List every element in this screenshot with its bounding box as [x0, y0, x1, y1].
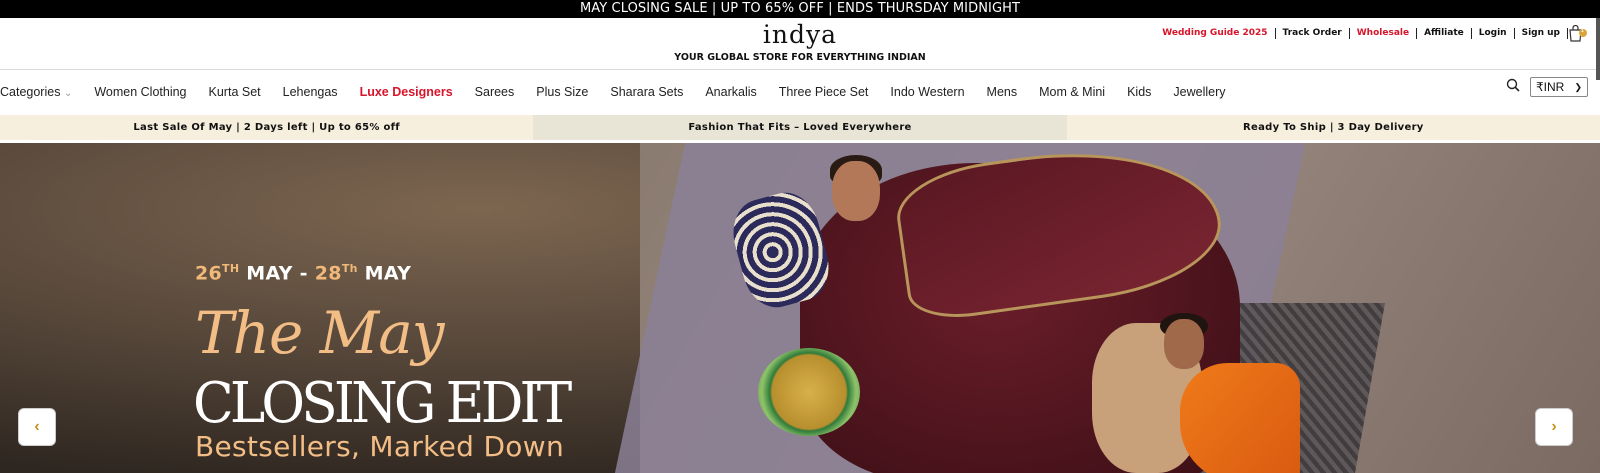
- currency-value: ₹INR: [1536, 80, 1564, 94]
- shopping-bag-icon[interactable]: 1: [1568, 24, 1587, 43]
- promo-item[interactable]: Last Sale Of May | 2 Days left | Up to 6…: [0, 115, 534, 140]
- date-start-month: MAY: [246, 262, 293, 285]
- currency-code: INR: [1543, 80, 1565, 94]
- promo-item[interactable]: Fashion That Fits – Loved Everywhere: [533, 115, 1067, 140]
- nav-indo-western[interactable]: Indo Western: [879, 85, 975, 99]
- nav-categories[interactable]: Categories ⌄: [0, 85, 83, 99]
- date-start-suffix: TH: [222, 262, 240, 275]
- nav-plus-size[interactable]: Plus Size: [525, 85, 599, 99]
- wedding-guide-link[interactable]: Wedding Guide 2025: [1155, 28, 1276, 39]
- nav-jewellery[interactable]: Jewellery: [1162, 85, 1236, 99]
- nav-kurta-set[interactable]: Kurta Set: [198, 85, 272, 99]
- hero-image-tray: [758, 348, 860, 436]
- signup-link[interactable]: Sign up: [1515, 28, 1568, 39]
- affiliate-link[interactable]: Affiliate: [1417, 28, 1472, 39]
- date-end-day: 28: [314, 262, 342, 285]
- cart-count-badge: 1: [1580, 27, 1585, 34]
- promo-bar: Last Sale Of May | 2 Days left | Up to 6…: [0, 115, 1600, 140]
- hero-image-model-2-head: [1164, 319, 1204, 369]
- nav-mens[interactable]: Mens: [976, 85, 1029, 99]
- nav-lehengas[interactable]: Lehengas: [272, 85, 349, 99]
- main-nav: Categories ⌄ Women Clothing Kurta Set Le…: [0, 71, 1600, 112]
- chevron-right-icon: ›: [1551, 418, 1557, 435]
- chevron-left-icon: ‹: [34, 418, 40, 435]
- nav-kids[interactable]: Kids: [1116, 85, 1162, 99]
- hero-image-model: [832, 161, 880, 221]
- rupee-symbol: ₹: [1536, 80, 1544, 94]
- wholesale-link[interactable]: Wholesale: [1350, 28, 1418, 39]
- nav-anarkalis[interactable]: Anarkalis: [694, 85, 767, 99]
- date-separator: -: [299, 262, 308, 285]
- hero-title: CLOSING EDIT: [193, 371, 572, 436]
- nav-sarees[interactable]: Sarees: [464, 85, 526, 99]
- hero-image-lehenga: [1180, 363, 1300, 473]
- currency-select[interactable]: ₹INR ❯: [1530, 77, 1588, 97]
- chevron-down-icon: ⌄: [63, 87, 73, 99]
- hero-banner[interactable]: 26TH MAY - 28Th MAY The May CLOSING EDIT…: [0, 143, 1600, 473]
- nav-three-piece-set[interactable]: Three Piece Set: [768, 85, 880, 99]
- top-links: Wedding Guide 2025 Track Order Wholesale…: [1155, 28, 1568, 39]
- announcement-bar[interactable]: MAY CLOSING SALE | UP TO 65% OFF | ENDS …: [0, 0, 1600, 18]
- nav-women-clothing[interactable]: Women Clothing: [83, 85, 197, 99]
- hero-subtitle: Bestsellers, Marked Down: [195, 430, 564, 463]
- date-end-month: MAY: [364, 262, 412, 285]
- hero-dates: 26TH MAY - 28Th MAY: [195, 262, 411, 284]
- carousel-prev-button[interactable]: ‹: [18, 408, 56, 446]
- nav-mom-mini[interactable]: Mom & Mini: [1028, 85, 1116, 99]
- date-end-suffix: Th: [341, 262, 358, 275]
- login-link[interactable]: Login: [1472, 28, 1515, 39]
- nav-sharara-sets[interactable]: Sharara Sets: [599, 85, 694, 99]
- carousel-next-button[interactable]: ›: [1535, 408, 1573, 446]
- track-order-link[interactable]: Track Order: [1276, 28, 1350, 39]
- nav-categories-label: Categories: [0, 84, 61, 99]
- site-tagline: YOUR GLOBAL STORE FOR EVERYTHING INDIAN: [674, 52, 926, 63]
- chevron-down-icon: ❯: [1574, 81, 1582, 92]
- nav-luxe-designers[interactable]: Luxe Designers: [349, 85, 464, 99]
- search-icon[interactable]: [1506, 78, 1520, 97]
- hero-script-title: The May: [195, 299, 445, 367]
- promo-item[interactable]: Ready To Ship | 3 Day Delivery: [1066, 115, 1600, 140]
- site-header: indya YOUR GLOBAL STORE FOR EVERYTHING I…: [0, 18, 1600, 70]
- nav-tools: ₹INR ❯: [1506, 77, 1588, 97]
- date-start-day: 26: [195, 262, 223, 285]
